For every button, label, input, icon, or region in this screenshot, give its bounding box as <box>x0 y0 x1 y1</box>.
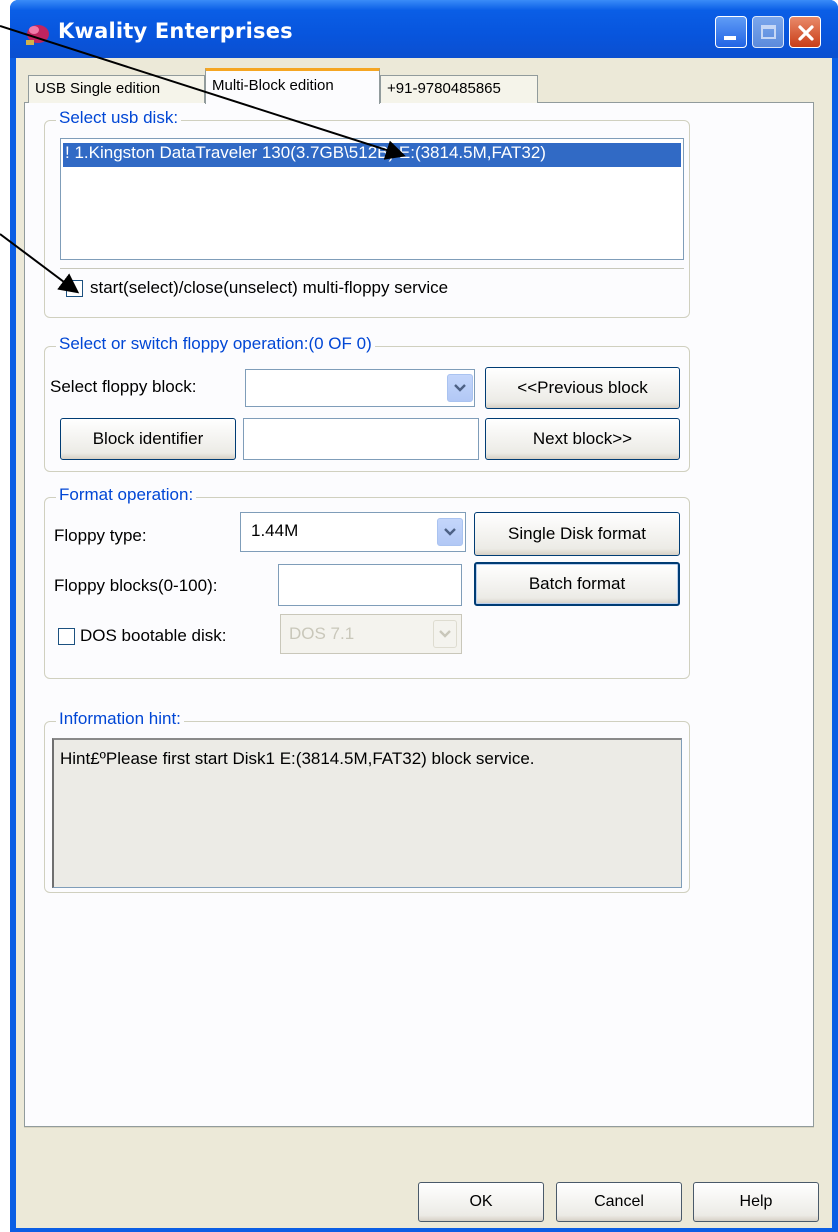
annotation-arrow-disk <box>0 25 406 160</box>
annotation-arrows <box>0 25 406 294</box>
annotation-arrow-checkbox <box>0 233 80 294</box>
